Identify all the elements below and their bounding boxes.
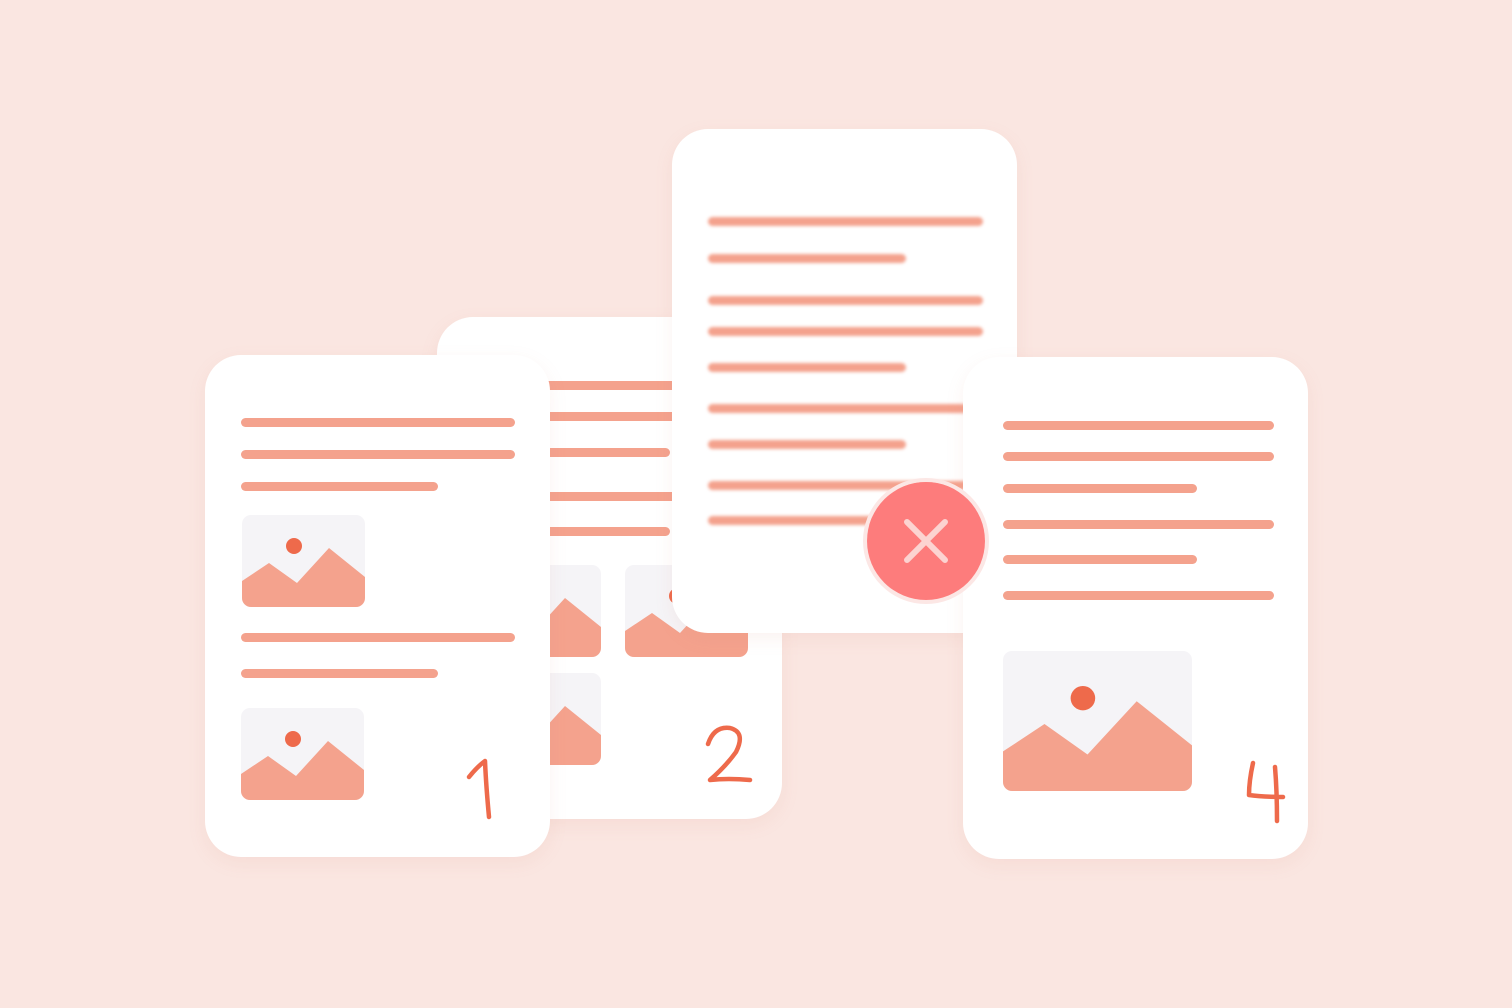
text-line bbox=[708, 404, 983, 413]
page-number-glyph bbox=[1246, 760, 1286, 824]
text-line bbox=[1003, 452, 1274, 461]
page-number-label: 4 bbox=[1237, 827, 1238, 828]
close-icon bbox=[867, 482, 985, 600]
text-line bbox=[708, 217, 983, 226]
illustration: 2 1 bbox=[0, 0, 1512, 1008]
remove-page-button[interactable] bbox=[863, 478, 989, 604]
text-line bbox=[1003, 555, 1197, 564]
text-line bbox=[708, 327, 983, 336]
text-line bbox=[1003, 520, 1274, 529]
text-line bbox=[1003, 421, 1274, 430]
text-line bbox=[708, 254, 906, 263]
page-number-label: 1 bbox=[459, 823, 460, 824]
page-number-2: 2 bbox=[700, 722, 760, 792]
image-placeholder-icon bbox=[1003, 651, 1192, 791]
page-number-1: 1 bbox=[459, 753, 519, 823]
page-number-glyph bbox=[705, 725, 753, 783]
text-line bbox=[1003, 484, 1197, 493]
text-line bbox=[241, 633, 515, 642]
text-line bbox=[241, 450, 515, 459]
page-card-4[interactable]: 4 bbox=[963, 357, 1308, 859]
text-line bbox=[241, 669, 438, 678]
image-placeholder-icon bbox=[241, 708, 364, 800]
text-line bbox=[241, 482, 438, 491]
text-line bbox=[708, 363, 906, 372]
page-number-glyph bbox=[466, 758, 492, 820]
text-line bbox=[1003, 591, 1274, 600]
image-placeholder-icon bbox=[242, 515, 365, 607]
text-line bbox=[708, 296, 983, 305]
text-line bbox=[708, 440, 906, 449]
page-number-4: 4 bbox=[1237, 757, 1297, 827]
text-line bbox=[241, 418, 515, 427]
page-number-label: 2 bbox=[700, 792, 701, 793]
page-card-1[interactable]: 1 bbox=[205, 355, 550, 857]
